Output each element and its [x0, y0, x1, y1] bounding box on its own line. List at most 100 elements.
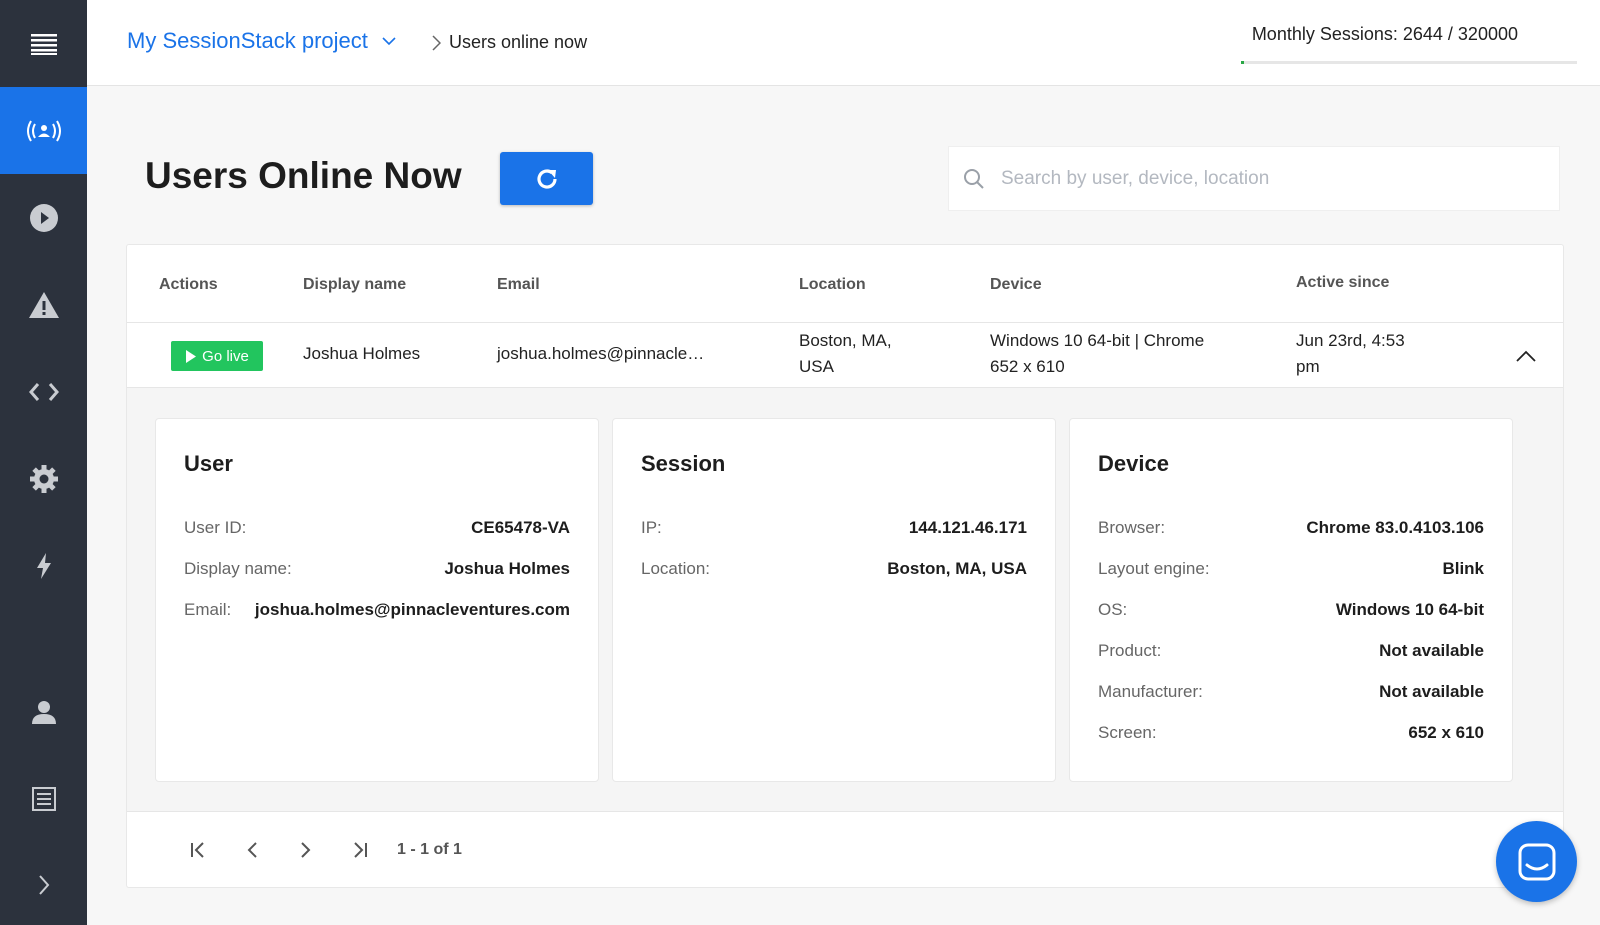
first-page-button[interactable] — [171, 830, 225, 870]
search-input[interactable] — [1001, 167, 1521, 190]
cell-location-line: USA — [799, 357, 834, 376]
chat-icon — [1518, 843, 1555, 880]
detail-row: Browser: Chrome 83.0.4103.106 — [1098, 518, 1484, 542]
column-email: Email — [497, 276, 540, 293]
last-page-icon — [354, 842, 367, 858]
sidebar-item-sessions[interactable] — [0, 174, 87, 261]
detail-label: Location: — [641, 559, 710, 578]
detail-label: Screen: — [1098, 723, 1157, 742]
cell-display-name: Joshua Holmes — [303, 344, 421, 363]
play-icon — [29, 203, 58, 232]
detail-row: Display name: Joshua Holmes — [184, 559, 570, 583]
detail-value: 144.121.46.171 — [908, 518, 1027, 537]
detail-row: Product: Not available — [1098, 641, 1484, 665]
user-card: User User ID: CE65478-VA Display name: Jos… — [155, 418, 599, 782]
sidebar-item-code[interactable] — [0, 348, 87, 435]
detail-row: IP: 144.121.46.171 — [641, 518, 1027, 542]
first-page-icon — [191, 842, 204, 858]
column-active-since: Active since — [1296, 274, 1390, 291]
detail-value: Not available — [1379, 641, 1484, 660]
card-title: Session — [641, 451, 726, 476]
detail-value: Not available — [1379, 682, 1484, 701]
detail-value: Windows 10 64-bit — [1335, 600, 1484, 619]
go-live-button[interactable]: Go live — [171, 341, 263, 371]
refresh-button[interactable] — [500, 152, 593, 205]
column-location: Location — [799, 276, 866, 293]
document-icon — [31, 786, 56, 811]
session-card: Session IP: 144.121.46.171 Location: Bosto… — [612, 418, 1056, 782]
search-box — [948, 146, 1560, 211]
detail-label: Display name: — [184, 559, 292, 578]
search-icon — [964, 168, 984, 189]
quota-progress — [1241, 61, 1577, 64]
detail-value: Boston, MA, USA — [887, 559, 1027, 578]
detail-value: Chrome 83.0.4103.106 — [1306, 518, 1484, 537]
warning-icon — [28, 291, 59, 318]
page-title: Users Online Now — [145, 155, 462, 196]
chevron-right-icon — [301, 842, 311, 858]
card-title: User — [184, 451, 233, 476]
cell-email: joshua.holmes@pinnacle… — [497, 344, 705, 363]
menu-icon — [30, 33, 57, 55]
table-header: Actions Display name Email Location Devi… — [127, 245, 1563, 323]
chat-launcher-button[interactable] — [1496, 821, 1577, 902]
chevron-right-icon — [38, 874, 49, 895]
breadcrumb-current: Users online now — [449, 32, 588, 52]
detail-value: CE65478-VA — [471, 518, 570, 537]
detail-label: OS: — [1098, 600, 1128, 619]
cell-location: Boston, MA, USA — [799, 328, 892, 380]
go-live-label: Go live — [202, 347, 249, 365]
sidebar — [0, 0, 87, 925]
monthly-sessions: Monthly Sessions: 2644 / 320000 — [1251, 24, 1518, 44]
cell-device: Windows 10 64-bit | Chrome 652 x 610 — [990, 328, 1204, 380]
detail-row: Email: joshua.holmes@pinnacleventures.com — [184, 600, 570, 624]
sidebar-item-settings[interactable] — [0, 435, 87, 522]
table-row[interactable]: Go live Joshua Holmes joshua.holmes@pinn… — [127, 323, 1563, 388]
breadcrumb: Users online now — [432, 32, 587, 53]
sidebar-item-account[interactable] — [0, 668, 87, 755]
detail-label: Manufacturer: — [1098, 682, 1203, 701]
sidebar-item-errors[interactable] — [0, 261, 87, 348]
top-header: My SessionStack project Users online now… — [87, 0, 1600, 86]
sidebar-item-live-users[interactable] — [0, 87, 87, 174]
gear-icon — [29, 464, 58, 493]
cell-device-line: 652 x 610 — [990, 357, 1065, 376]
detail-row: OS: Windows 10 64-bit — [1098, 600, 1484, 624]
pagination-range: 1 - 1 of 1 — [397, 841, 462, 858]
column-display-name: Display name — [303, 276, 407, 293]
last-page-button[interactable] — [333, 830, 387, 870]
sidebar-item-docs[interactable] — [0, 755, 87, 842]
detail-row: Location: Boston, MA, USA — [641, 559, 1027, 583]
chevron-up-icon — [1516, 350, 1536, 362]
cell-active-line: Jun 23rd, 4:53 — [1296, 331, 1405, 350]
detail-row: Screen: 652 x 610 — [1098, 723, 1484, 747]
detail-value: 652 x 610 — [1408, 723, 1484, 742]
menu-button[interactable] — [0, 0, 87, 87]
detail-value: joshua.holmes@pinnacleventures.com — [254, 600, 570, 619]
cell-active-since: Jun 23rd, 4:53 pm — [1296, 328, 1405, 380]
project-name: My SessionStack project — [127, 28, 368, 53]
project-selector[interactable]: My SessionStack project — [127, 28, 396, 54]
sidebar-item-integrations[interactable] — [0, 522, 87, 609]
detail-row: Manufacturer: Not available — [1098, 682, 1484, 706]
detail-label: Product: — [1098, 641, 1162, 660]
device-card: Device Browser: Chrome 83.0.4103.106 Layo… — [1069, 418, 1513, 782]
lightning-icon — [36, 552, 51, 579]
next-page-button[interactable] — [279, 830, 333, 870]
previous-page-button[interactable] — [225, 830, 279, 870]
column-actions: Actions — [159, 276, 218, 293]
detail-label: User ID: — [184, 518, 247, 537]
detail-value: Blink — [1442, 559, 1484, 578]
detail-label: Layout engine: — [1098, 559, 1210, 578]
cell-device-line: Windows 10 64-bit | Chrome — [990, 331, 1205, 350]
chevron-right-icon — [432, 34, 441, 51]
sidebar-expand-button[interactable] — [0, 841, 87, 925]
code-icon — [28, 382, 59, 401]
users-table: Actions Display name Email Location Devi… — [126, 244, 1564, 888]
collapse-row-button[interactable] — [1513, 343, 1539, 369]
detail-label: IP: — [641, 518, 662, 537]
detail-value: Joshua Holmes — [444, 559, 570, 578]
refresh-icon — [536, 168, 557, 189]
detail-label: Email: — [184, 600, 232, 619]
detail-row: User ID: CE65478-VA — [184, 518, 570, 542]
